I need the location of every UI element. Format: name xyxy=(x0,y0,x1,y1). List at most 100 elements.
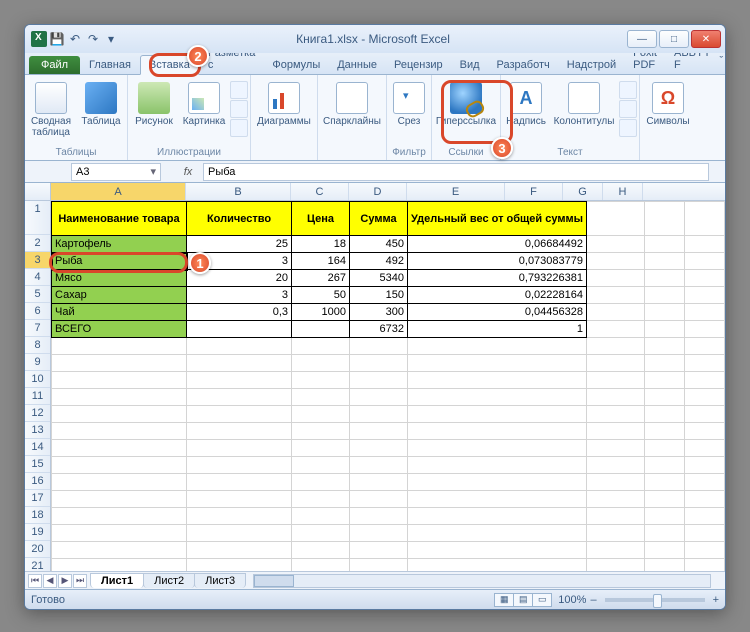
shapes-icon[interactable] xyxy=(230,81,248,99)
header-qty[interactable]: Количество xyxy=(187,202,292,236)
cell-weight-6[interactable]: 0,04456328 xyxy=(408,304,587,321)
fx-label[interactable]: fx xyxy=(173,166,203,178)
hyperlink-button[interactable]: Гиперссылка xyxy=(434,79,498,130)
row-header-16[interactable]: 16 xyxy=(25,473,50,490)
header-footer-button[interactable]: Колонтитулы xyxy=(551,79,617,130)
slicer-button[interactable]: Срез xyxy=(389,79,429,130)
zoom-in-button[interactable]: + xyxy=(713,594,719,606)
cell-weight-3[interactable]: 0,073083779 xyxy=(408,253,587,270)
row-header-10[interactable]: 10 xyxy=(25,371,50,388)
pivot-table-button[interactable]: Сводная таблица xyxy=(27,79,75,141)
row-header-15[interactable]: 15 xyxy=(25,456,50,473)
scrollbar-thumb[interactable] xyxy=(254,575,294,587)
cell-qty-5[interactable]: 3 xyxy=(187,287,292,304)
sparklines-button[interactable]: Спарклайны xyxy=(320,79,384,130)
cell-qty-6[interactable]: 0,3 xyxy=(187,304,292,321)
cell-sum-4[interactable]: 5340 xyxy=(350,270,408,287)
cell-weight-5[interactable]: 0,02228164 xyxy=(408,287,587,304)
minimize-button[interactable]: — xyxy=(627,30,657,48)
symbols-button[interactable]: Ω Символы xyxy=(642,79,694,130)
col-header-D[interactable]: D xyxy=(349,183,407,200)
table-button[interactable]: Таблица xyxy=(77,79,125,130)
view-layout-icon[interactable]: ▤ xyxy=(513,593,533,607)
zoom-slider[interactable] xyxy=(605,598,705,602)
name-box-dropdown-icon[interactable]: ▾ xyxy=(150,165,156,178)
row-header-20[interactable]: 20 xyxy=(25,541,50,558)
textbox-button[interactable]: A Надпись xyxy=(503,79,549,130)
wordart-icon[interactable] xyxy=(619,81,637,99)
tab-view[interactable]: Вид xyxy=(452,56,488,74)
cell-total-sum[interactable]: 6732 xyxy=(350,321,408,338)
row-header-4[interactable]: 4 xyxy=(25,269,50,286)
sheet-nav-last-icon[interactable]: ⏭ xyxy=(73,574,87,588)
row-header-21[interactable]: 21 xyxy=(25,558,50,571)
zoom-out-button[interactable]: – xyxy=(590,594,596,606)
picture-button[interactable]: Рисунок xyxy=(130,79,178,130)
object-icon[interactable] xyxy=(619,119,637,137)
tab-home[interactable]: Главная xyxy=(81,56,139,74)
col-header-G[interactable]: G xyxy=(563,183,603,200)
close-button[interactable]: ✕ xyxy=(691,30,721,48)
select-all-corner[interactable] xyxy=(25,183,51,200)
view-pagebreak-icon[interactable]: ▭ xyxy=(532,593,552,607)
cell-price-2[interactable]: 18 xyxy=(292,236,350,253)
cell-sum-5[interactable]: 150 xyxy=(350,287,408,304)
qat-redo-icon[interactable]: ↷ xyxy=(85,31,101,47)
view-normal-icon[interactable]: ▦ xyxy=(494,593,514,607)
header-weight[interactable]: Удельный вес от общей суммы xyxy=(408,202,587,236)
tab-developer[interactable]: Разработч xyxy=(489,56,558,74)
formula-input[interactable]: Рыба xyxy=(203,163,709,181)
row-header-2[interactable]: 2 xyxy=(25,235,50,252)
sheet-nav-first-icon[interactable]: ⏮ xyxy=(28,574,42,588)
row-header-19[interactable]: 19 xyxy=(25,524,50,541)
screenshot-icon[interactable] xyxy=(230,119,248,137)
qat-save-icon[interactable]: 💾 xyxy=(49,31,65,47)
cell-price-5[interactable]: 50 xyxy=(292,287,350,304)
header-price[interactable]: Цена xyxy=(292,202,350,236)
qat-undo-icon[interactable]: ↶ xyxy=(67,31,83,47)
cell-weight-4[interactable]: 0,793226381 xyxy=(408,270,587,287)
header-sum[interactable]: Сумма xyxy=(350,202,408,236)
sheet-tab-3[interactable]: Лист3 xyxy=(194,573,246,588)
name-box[interactable]: A3▾ xyxy=(71,163,161,181)
tab-data[interactable]: Данные xyxy=(329,56,385,74)
qat-dropdown-icon[interactable]: ▾ xyxy=(103,31,119,47)
cell-name-5[interactable]: Сахар xyxy=(52,287,187,304)
tab-review[interactable]: Рецензир xyxy=(386,56,451,74)
row-header-11[interactable]: 11 xyxy=(25,388,50,405)
row-header-12[interactable]: 12 xyxy=(25,405,50,422)
charts-button[interactable]: Диаграммы xyxy=(253,79,315,130)
clipart-button[interactable]: Картинка xyxy=(180,79,228,130)
sheet-tab-2[interactable]: Лист2 xyxy=(143,573,195,588)
cell-name-4[interactable]: Мясо xyxy=(52,270,187,287)
cell-price-4[interactable]: 267 xyxy=(292,270,350,287)
cell-total-weight[interactable]: 1 xyxy=(408,321,587,338)
tab-formulas[interactable]: Формулы xyxy=(264,56,328,74)
cell-sum-6[interactable]: 300 xyxy=(350,304,408,321)
tab-addins[interactable]: Надстрой xyxy=(559,56,624,74)
header-name[interactable]: Наименование товара xyxy=(52,202,187,236)
cell-total-label[interactable]: ВСЕГО xyxy=(52,321,187,338)
ribbon-minimize-icon[interactable]: ˇ xyxy=(720,55,724,74)
row-header-6[interactable]: 6 xyxy=(25,303,50,320)
maximize-button[interactable]: □ xyxy=(659,30,689,48)
sheet-nav-next-icon[interactable]: ▶ xyxy=(58,574,72,588)
sheet-nav-prev-icon[interactable]: ◀ xyxy=(43,574,57,588)
cell-name-2[interactable]: Картофель xyxy=(52,236,187,253)
col-header-E[interactable]: E xyxy=(407,183,505,200)
col-header-B[interactable]: B xyxy=(186,183,291,200)
row-header-8[interactable]: 8 xyxy=(25,337,50,354)
cell-sum-3[interactable]: 492 xyxy=(350,253,408,270)
cell-price-3[interactable]: 164 xyxy=(292,253,350,270)
row-header-18[interactable]: 18 xyxy=(25,507,50,524)
row-header-1[interactable]: 1 xyxy=(25,201,50,235)
row-header-9[interactable]: 9 xyxy=(25,354,50,371)
col-header-H[interactable]: H xyxy=(603,183,643,200)
cells-grid[interactable]: Наименование товараКоличествоЦенаСуммаУд… xyxy=(51,201,725,571)
row-header-5[interactable]: 5 xyxy=(25,286,50,303)
cell-qty-2[interactable]: 25 xyxy=(187,236,292,253)
col-header-A[interactable]: A xyxy=(51,183,186,200)
cell-sum-2[interactable]: 450 xyxy=(350,236,408,253)
cell-price-6[interactable]: 1000 xyxy=(292,304,350,321)
row-header-7[interactable]: 7 xyxy=(25,320,50,337)
